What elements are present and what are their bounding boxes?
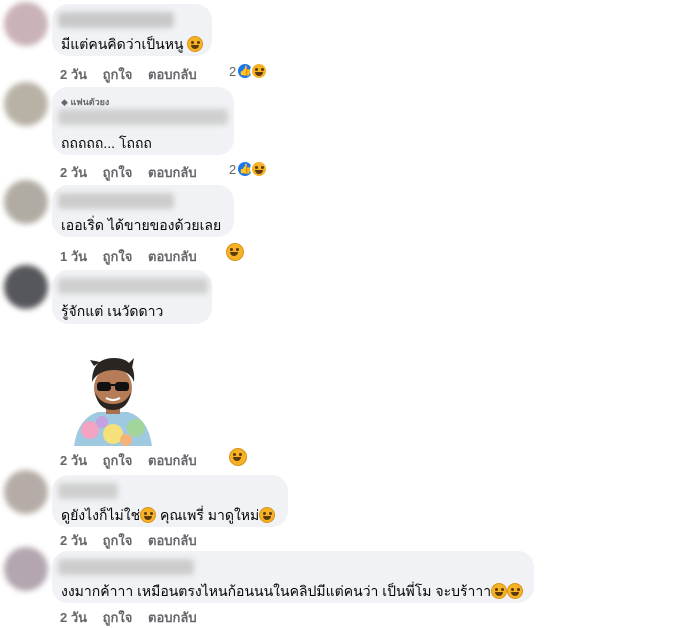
laugh-emoji <box>507 583 524 599</box>
avatar[interactable] <box>4 2 48 46</box>
laugh-emoji <box>250 160 269 178</box>
comment-bubble: งงมากค้าาา เหมือนตรงไหนก้อนนนในคลิปมีแต่… <box>52 551 534 603</box>
reaction-summary[interactable]: 2 👍 <box>229 160 269 178</box>
reply-link[interactable]: ตอบกลับ <box>148 610 197 625</box>
laugh-emoji <box>491 583 508 599</box>
laugh-emoji <box>140 507 157 523</box>
comment-actions: 2 วัน ถูกใจ ตอบกลับ <box>60 530 197 551</box>
reply-link[interactable]: ตอบกลับ <box>148 533 197 548</box>
fan-badge: ◆ แฟนตัวยง <box>61 97 110 107</box>
author-name[interactable] <box>58 559 194 575</box>
reply-link[interactable]: ตอบกลับ <box>148 165 197 180</box>
timestamp[interactable]: 2 วัน <box>60 165 87 180</box>
like-link[interactable]: ถูกใจ <box>103 610 133 625</box>
comment-bubble: เออเริ่ด ได้ขายของด้วยเลย <box>52 185 234 237</box>
reply-link[interactable]: ตอบกลับ <box>148 67 197 82</box>
reaction-count: 2 <box>229 161 237 177</box>
comment-bubble: ดูยังไงก็ไม่ใช่ คุณเพรี่ มาดูใหม่ <box>52 475 288 527</box>
diamond-icon: ◆ <box>61 97 68 107</box>
author-name[interactable] <box>58 278 208 294</box>
comment-bubble: ◆ แฟนตัวยง ถถถถถ... โถถถ <box>52 87 234 155</box>
comment-text: ถถถถถ... โถถถ <box>61 135 152 151</box>
timestamp[interactable]: 2 วัน <box>60 67 87 82</box>
avatar[interactable] <box>4 265 48 309</box>
comment-bubble: รู้จักแต่ เนวัดดาว <box>52 270 212 324</box>
reply-link[interactable]: ตอบกลับ <box>148 249 197 264</box>
comment-actions: 2 วัน ถูกใจ ตอบกลับ <box>60 64 197 85</box>
comment-text: ดูยังไงก็ไม่ใช่ คุณเพรี่ มาดูใหม่ <box>61 505 276 527</box>
avatar[interactable] <box>4 180 48 224</box>
comment-actions: 1 วัน ถูกใจ ตอบกลับ <box>60 246 197 267</box>
comment-text: รู้จักแต่ เนวัดดาว <box>61 303 164 319</box>
reply-link[interactable]: ตอบกลับ <box>148 453 197 468</box>
comment-bubble: มีแต่คนคิดว่าเป็นหนู <box>52 4 212 56</box>
laugh-emoji[interactable] <box>229 448 247 466</box>
laugh-emoji[interactable] <box>226 243 244 261</box>
like-link[interactable]: ถูกใจ <box>103 249 133 264</box>
timestamp[interactable]: 2 วัน <box>60 610 87 625</box>
comment-text: มีแต่คนคิดว่าเป็นหนู <box>61 34 204 56</box>
laugh-emoji <box>187 36 204 52</box>
comment-actions: 2 วัน ถูกใจ ตอบกลับ <box>60 607 197 628</box>
like-link[interactable]: ถูกใจ <box>103 165 133 180</box>
laugh-emoji <box>250 62 269 80</box>
reaction-count: 2 <box>229 63 237 79</box>
author-name[interactable] <box>58 12 174 28</box>
avatar-sticker[interactable] <box>68 352 158 446</box>
like-link[interactable]: ถูกใจ <box>103 533 133 548</box>
avatar[interactable] <box>4 547 48 591</box>
comment-actions: 2 วัน ถูกใจ ตอบกลับ <box>60 162 197 183</box>
avatar[interactable] <box>4 82 48 126</box>
timestamp[interactable]: 2 วัน <box>60 453 87 468</box>
like-link[interactable]: ถูกใจ <box>103 67 133 82</box>
comment-text: งงมากค้าาา เหมือนตรงไหนก้อนนนในคลิปมีแต่… <box>61 581 524 603</box>
reaction-summary[interactable]: 2 👍 <box>229 62 269 80</box>
timestamp[interactable]: 2 วัน <box>60 533 87 548</box>
rofl-emoji <box>259 507 276 523</box>
avatar[interactable] <box>4 470 48 514</box>
comment-text: เออเริ่ด ได้ขายของด้วยเลย <box>61 217 222 233</box>
comment-actions: 2 วัน ถูกใจ ตอบกลับ <box>60 450 197 471</box>
like-link[interactable]: ถูกใจ <box>103 453 133 468</box>
author-name[interactable] <box>58 483 118 499</box>
author-name[interactable] <box>58 109 228 125</box>
timestamp[interactable]: 1 วัน <box>60 249 87 264</box>
author-name[interactable] <box>58 193 174 209</box>
